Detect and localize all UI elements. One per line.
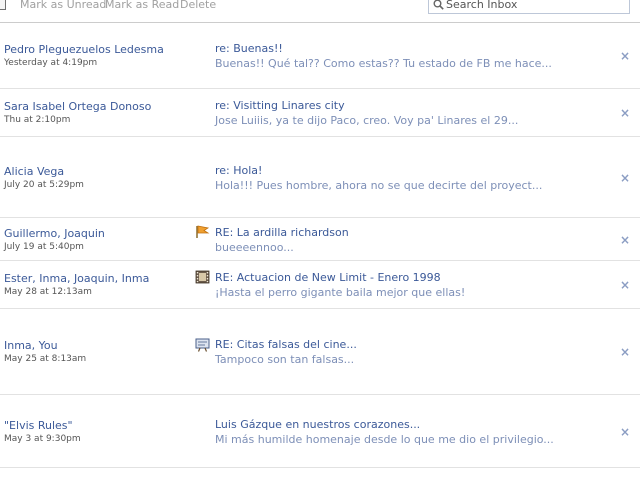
thread-snippet: Buenas!! Qué tal?? Como estas?? Tu estad… bbox=[215, 57, 552, 70]
film-icon bbox=[195, 270, 210, 284]
thread-sender[interactable]: Inma, You bbox=[4, 339, 58, 352]
message-thread[interactable]: Inma, You May 25 at 8:13am RE: Citas fal… bbox=[0, 309, 640, 395]
thread-snippet: ¡Hasta el perro gigante baila mejor que … bbox=[215, 286, 466, 299]
message-thread[interactable]: Guillermo, Joaquin July 19 at 5:40pm RE:… bbox=[0, 218, 640, 261]
message-thread[interactable]: Ester, Inma, Joaquin, Inma May 28 at 12:… bbox=[0, 261, 640, 309]
delete-thread-icon[interactable]: × bbox=[620, 49, 630, 63]
thread-sender[interactable]: "Elvis Rules" bbox=[4, 419, 73, 432]
thread-snippet: Jose Luiiis, ya te dijo Paco, creo. Voy … bbox=[215, 114, 519, 127]
thread-date: May 28 at 12:13am bbox=[4, 287, 92, 297]
select-all-checkbox[interactable] bbox=[0, 0, 6, 10]
delete-thread-icon[interactable]: × bbox=[620, 171, 630, 185]
thread-date: July 19 at 5:40pm bbox=[4, 242, 84, 252]
thread-snippet: Mi más humilde homenaje desde lo que me … bbox=[215, 433, 554, 446]
message-thread[interactable]: "Elvis Rules" May 3 at 9:30pm Luis Gázqu… bbox=[0, 395, 640, 468]
thread-snippet: bueeeennoo... bbox=[215, 241, 294, 254]
thread-date: May 3 at 9:30pm bbox=[4, 434, 81, 444]
thread-date: Yesterday at 4:19pm bbox=[4, 58, 98, 68]
search-box[interactable] bbox=[428, 0, 630, 14]
search-input[interactable] bbox=[446, 0, 626, 12]
thread-subject[interactable]: RE: Citas falsas del cine... bbox=[215, 338, 357, 351]
delete-thread-icon[interactable]: × bbox=[620, 233, 630, 247]
delete-link[interactable]: Delete bbox=[180, 0, 216, 11]
thread-subject[interactable]: re: Visitting Linares city bbox=[215, 99, 345, 112]
delete-thread-icon[interactable]: × bbox=[620, 278, 630, 292]
search-icon bbox=[433, 0, 444, 10]
message-thread[interactable]: Alicia Vega July 20 at 5:29pm re: Hola! … bbox=[0, 137, 640, 218]
thread-date: May 25 at 8:13am bbox=[4, 354, 87, 364]
thread-subject[interactable]: RE: La ardilla richardson bbox=[215, 226, 349, 239]
thread-subject[interactable]: re: Hola! bbox=[215, 164, 262, 177]
delete-thread-icon[interactable]: × bbox=[620, 106, 630, 120]
board-icon bbox=[195, 338, 210, 352]
thread-subject[interactable]: Luis Gázque en nuestros corazones... bbox=[215, 418, 420, 431]
thread-subject[interactable]: re: Buenas!! bbox=[215, 42, 283, 55]
flag-icon bbox=[196, 225, 210, 238]
mark-as-read-link[interactable]: Mark as Read bbox=[105, 0, 179, 11]
delete-thread-icon[interactable]: × bbox=[620, 425, 630, 439]
thread-sender[interactable]: Pedro Pleguezuelos Ledesma bbox=[4, 43, 164, 56]
thread-date: July 20 at 5:29pm bbox=[4, 180, 84, 190]
delete-thread-icon[interactable]: × bbox=[620, 345, 630, 359]
thread-snippet: Tampoco son tan falsas... bbox=[215, 353, 355, 366]
mark-as-unread-link[interactable]: Mark as Unread bbox=[20, 0, 106, 11]
inbox-toolbar: Mark as Unread Mark as Read Delete bbox=[0, 0, 640, 23]
thread-sender[interactable]: Sara Isabel Ortega Donoso bbox=[4, 100, 151, 113]
message-thread[interactable]: Sara Isabel Ortega Donoso Thu at 2:10pm … bbox=[0, 89, 640, 137]
thread-sender[interactable]: Alicia Vega bbox=[4, 165, 64, 178]
thread-sender[interactable]: Guillermo, Joaquin bbox=[4, 227, 105, 240]
thread-date: Thu at 2:10pm bbox=[4, 115, 71, 125]
thread-sender[interactable]: Ester, Inma, Joaquin, Inma bbox=[4, 272, 149, 285]
message-thread[interactable]: Pedro Pleguezuelos Ledesma Yesterday at … bbox=[0, 23, 640, 89]
thread-snippet: Hola!!! Pues hombre, ahora no se que dec… bbox=[215, 179, 543, 192]
thread-subject[interactable]: RE: Actuacion de New Limit - Enero 1998 bbox=[215, 271, 441, 284]
